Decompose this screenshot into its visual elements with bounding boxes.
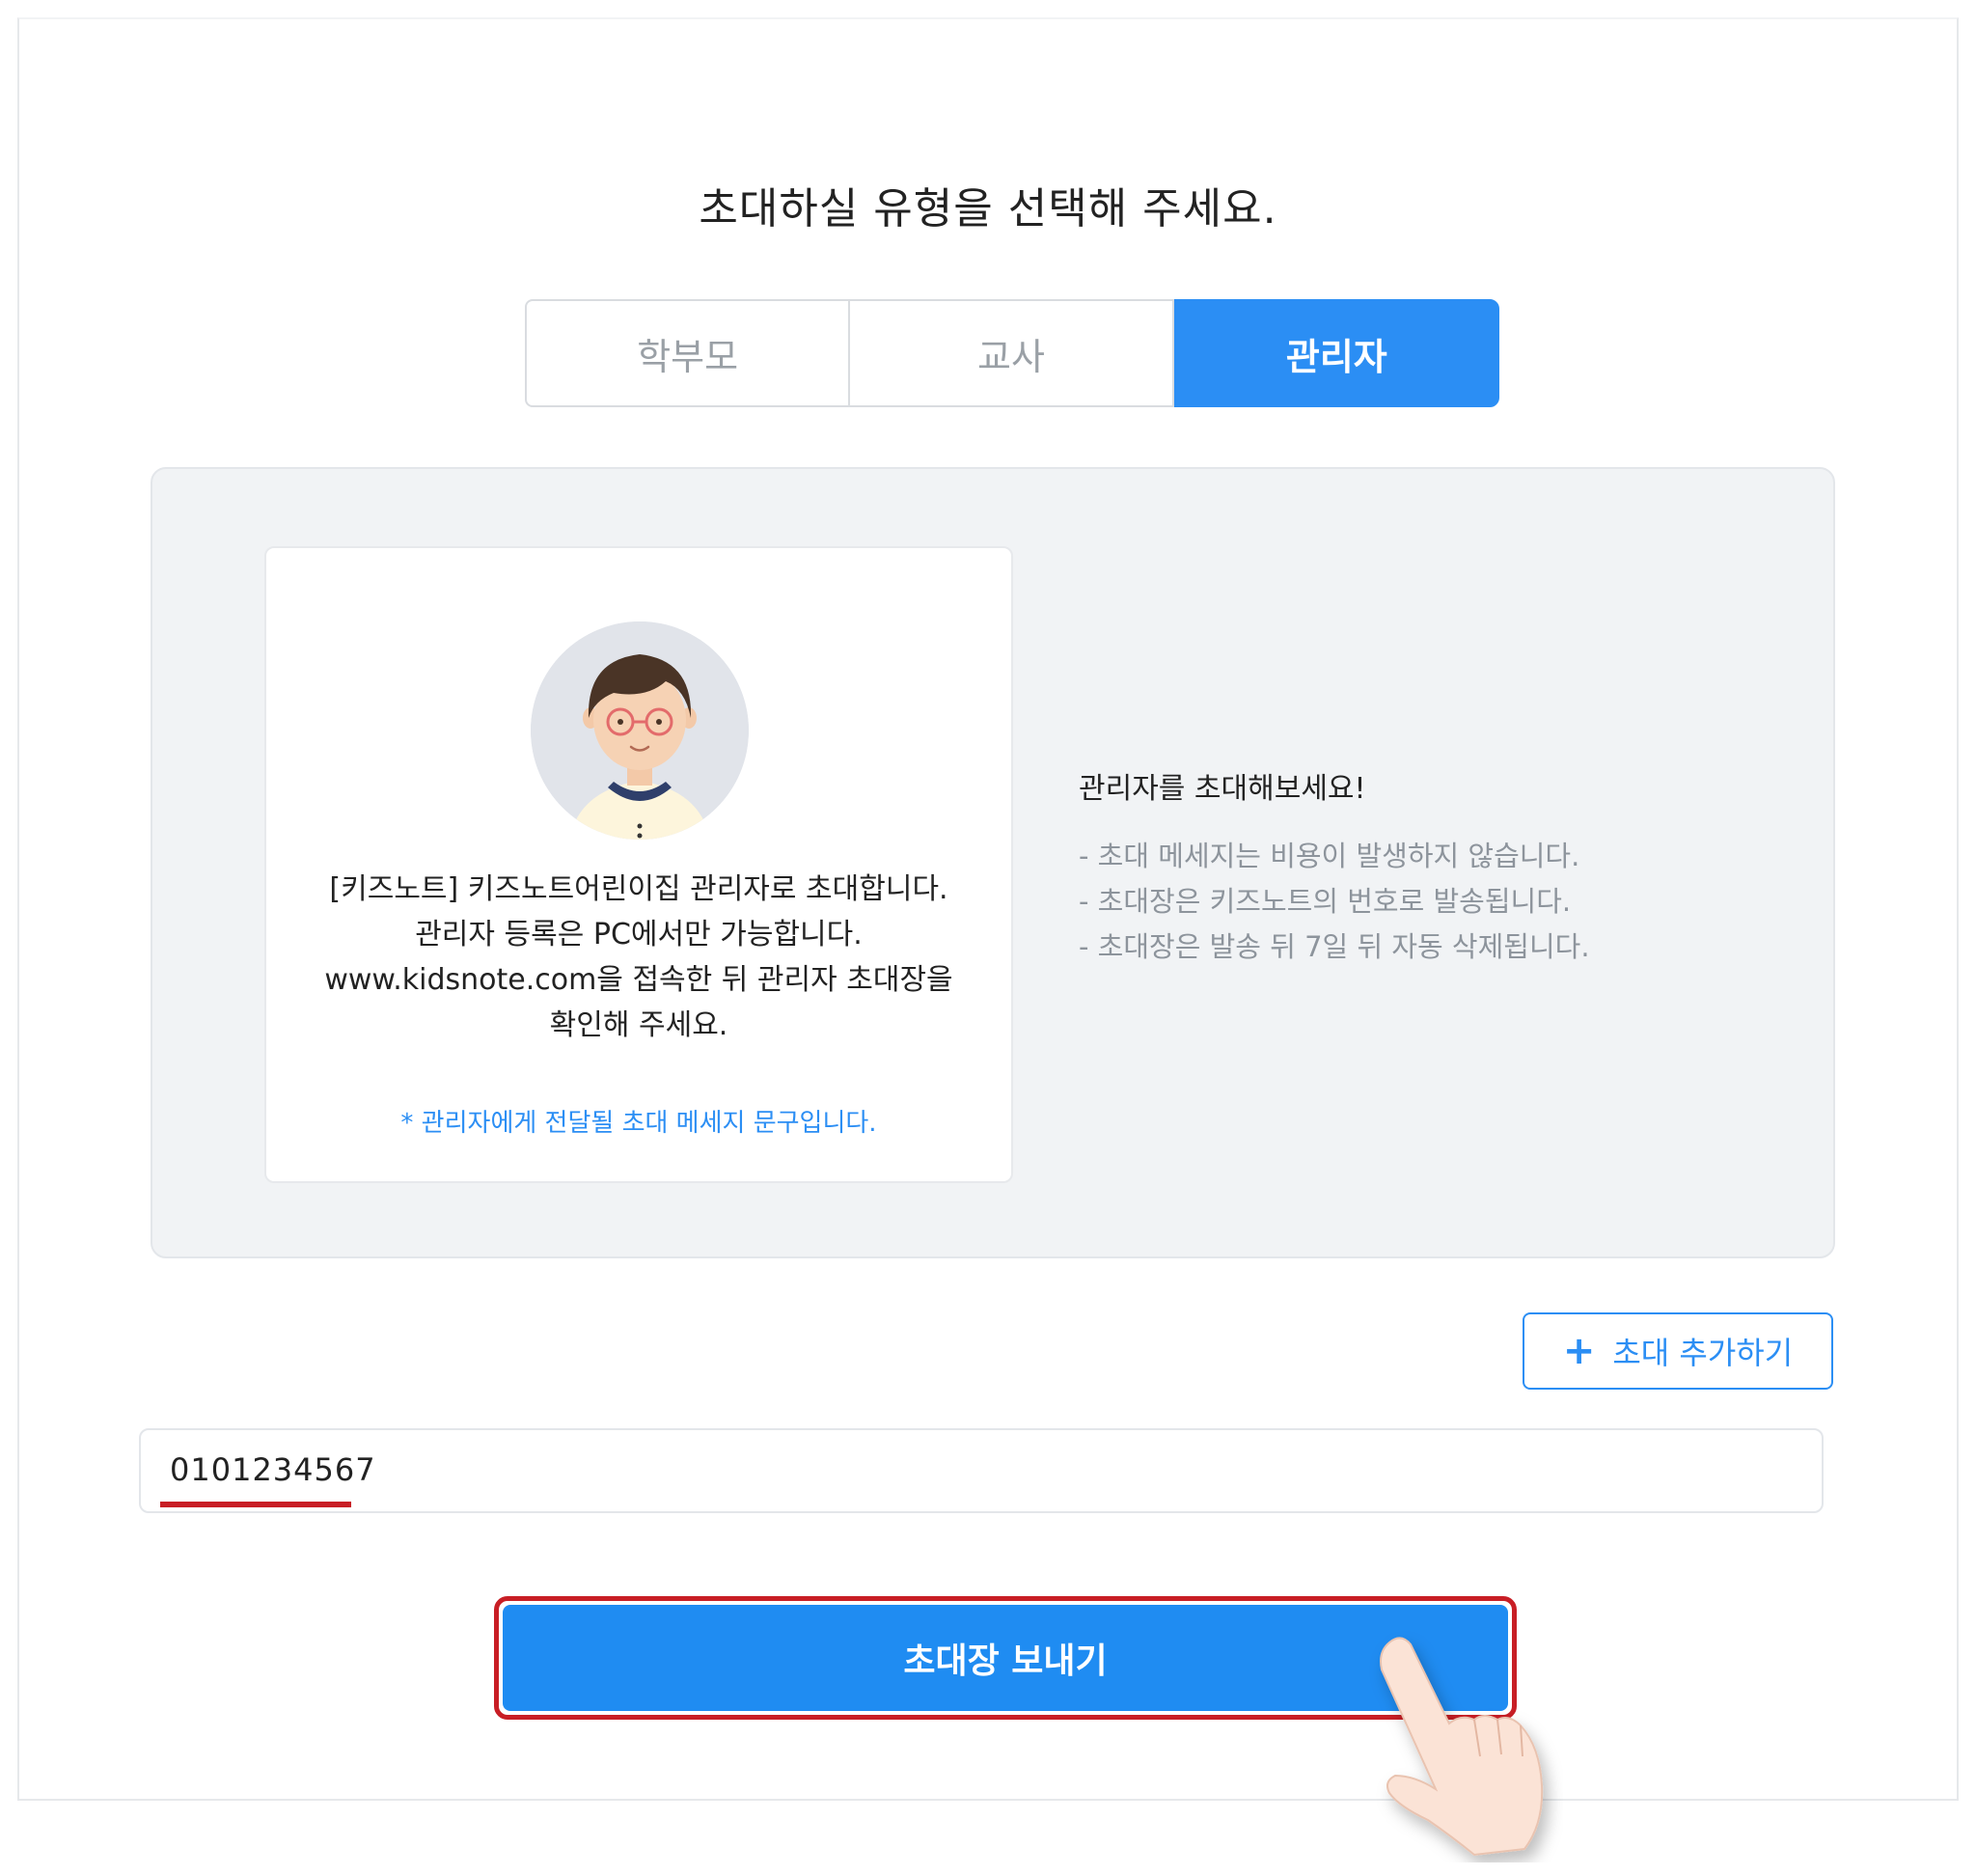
message-preview-note: * 관리자에게 전달될 초대 메세지 문구입니다.: [400, 1109, 877, 1138]
invite-message-line: [키즈노트] 키즈노트어린이집 관리자로 초대합니다.: [329, 872, 948, 906]
invite-message-line: www.kidsnote.com을 접속한 뒤 관리자 초대장을: [324, 963, 953, 997]
description-item: - 초대장은 발송 뒤 7일 뒤 자동 삭제됩니다.: [1079, 930, 1590, 963]
send-invite-button[interactable]: 초대장 보내기: [503, 1605, 1508, 1711]
description-item: - 초대 메세지는 비용이 발생하지 않습니다.: [1079, 840, 1580, 872]
pointing-hand-icon: [1360, 1631, 1563, 1862]
invite-message-line: 확인해 주세요.: [549, 1008, 728, 1042]
tab-teacher[interactable]: 교사: [850, 299, 1174, 407]
plus-icon: +: [1562, 1329, 1596, 1373]
description-item: - 초대장은 키즈노트의 번호로 발송됩니다.: [1079, 885, 1572, 918]
admin-avatar-icon: [531, 621, 749, 840]
tab-admin[interactable]: 관리자: [1173, 299, 1499, 407]
invite-type-tabs: 학부모 교사 관리자: [525, 299, 1499, 407]
invite-message: [키즈노트] 키즈노트어린이집 관리자로 초대합니다. 관리자 등록은 PC에서…: [266, 867, 1011, 1048]
invite-message-line: 관리자 등록은 PC에서만 가능합니다.: [415, 918, 863, 952]
tab-parent[interactable]: 학부모: [525, 299, 851, 407]
add-invite-label: 초대 추가하기: [1612, 1335, 1794, 1371]
invite-info-panel: [키즈노트] 키즈노트어린이집 관리자로 초대합니다. 관리자 등록은 PC에서…: [151, 467, 1835, 1258]
description-title: 관리자를 초대해보세요!: [1079, 772, 1366, 806]
add-invite-button[interactable]: + 초대 추가하기: [1523, 1312, 1833, 1390]
phone-number-value: 0101234567: [170, 1451, 376, 1488]
invite-description: 관리자를 초대해보세요! - 초대 메세지는 비용이 발생하지 않습니다. - …: [1079, 764, 1754, 970]
page-title: 초대하실 유형을 선택해 주세요.: [699, 184, 1277, 234]
phone-highlight-underline: [160, 1502, 351, 1507]
message-preview-card: [키즈노트] 키즈노트어린이집 관리자로 초대합니다. 관리자 등록은 PC에서…: [264, 546, 1013, 1183]
invite-page: 초대하실 유형을 선택해 주세요. 학부모 교사 관리자 [키즈노트] 키즈노트…: [17, 17, 1959, 1801]
description-list: - 초대 메세지는 비용이 발생하지 않습니다. - 초대장은 키즈노트의 번호…: [1079, 834, 1754, 970]
phone-number-input[interactable]: 0101234567: [139, 1428, 1824, 1513]
